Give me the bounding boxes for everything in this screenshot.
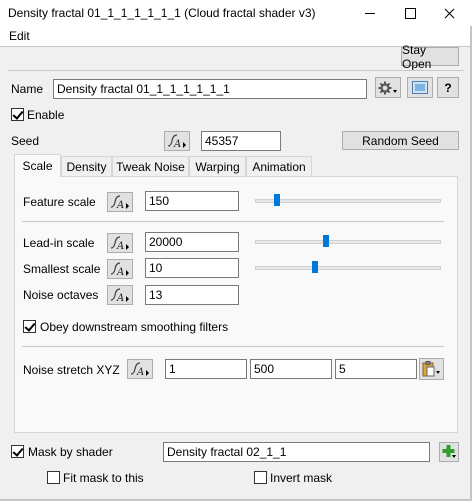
invert-mask-checkbox[interactable]	[254, 471, 267, 484]
mask-by-shader-checkbox[interactable]	[11, 445, 24, 458]
svg-text:A: A	[116, 241, 124, 252]
smallest-scale-slider-thumb[interactable]	[311, 261, 318, 273]
tab-tweak-noise[interactable]: Tweak Noise	[112, 156, 189, 177]
smallest-scale-field[interactable]: 10	[145, 258, 239, 278]
svg-text:A: A	[116, 293, 124, 304]
tab-tweak-noise-label: Tweak Noise	[116, 160, 185, 174]
mask-by-shader-label: Mask by shader	[28, 445, 113, 459]
smallest-scale-label: Smallest scale	[23, 262, 101, 276]
noise-stretch-z-field[interactable]: 5	[335, 359, 417, 379]
tab-animation-label: Animation	[252, 160, 306, 174]
settings-menu-button[interactable]	[375, 77, 401, 98]
obey-smoothing-label: Obey downstream smoothing filters	[40, 320, 229, 334]
lead-in-scale-slider-thumb[interactable]	[322, 235, 329, 247]
smallest-scale-slider[interactable]	[255, 266, 441, 270]
tab-density[interactable]: Density	[61, 156, 112, 177]
seed-function-button[interactable]: A	[164, 131, 190, 151]
tab-scale[interactable]: Scale	[14, 154, 61, 177]
section-separator	[22, 221, 444, 222]
lead-in-scale-slider[interactable]	[255, 240, 441, 244]
minimize-icon[interactable]	[355, 3, 385, 23]
function-icon: A	[110, 195, 129, 211]
lead-in-scale-label: Lead-in scale	[23, 236, 95, 250]
svg-text:A: A	[173, 139, 181, 150]
function-icon: A	[130, 362, 149, 378]
clipboard-icon	[422, 361, 440, 377]
tab-scale-label: Scale	[22, 159, 53, 173]
svg-text:A: A	[116, 267, 124, 278]
fit-mask-checkbox[interactable]	[47, 471, 60, 484]
noise-stretch-y-field[interactable]: 500	[250, 359, 332, 379]
enable-checkbox[interactable]	[11, 108, 24, 121]
help-button[interactable]: ?	[437, 77, 459, 98]
function-icon: A	[110, 288, 129, 304]
invert-mask-label: Invert mask	[270, 471, 333, 485]
feature-scale-label: Feature scale	[23, 195, 96, 209]
svg-text:A: A	[116, 200, 124, 211]
mask-shader-field[interactable]: Density fractal 02_1_1	[163, 442, 430, 462]
random-seed-button[interactable]: Random Seed	[342, 131, 459, 150]
feature-scale-slider-thumb[interactable]	[274, 194, 281, 206]
feature-scale-field[interactable]: 150	[145, 191, 239, 211]
name-label: Name	[11, 82, 44, 96]
menu-edit[interactable]: Edit	[9, 29, 30, 43]
function-icon: A	[110, 262, 129, 278]
close-icon[interactable]	[435, 3, 465, 23]
preview-icon	[412, 81, 428, 94]
enable-label: Enable	[27, 108, 65, 122]
clipboard-menu-button[interactable]	[419, 358, 444, 380]
preview-button[interactable]	[407, 77, 433, 98]
help-icon: ?	[444, 80, 452, 95]
noise-stretch-label: Noise stretch XYZ	[23, 363, 120, 377]
name-field[interactable]: Density fractal 01_1_1_1_1_1_1	[53, 79, 367, 99]
noise-stretch-function-button[interactable]: A	[127, 359, 153, 379]
gear-icon	[378, 81, 397, 94]
tab-animation[interactable]: Animation	[246, 156, 312, 177]
random-seed-label: Random Seed	[362, 133, 439, 148]
feature-scale-slider[interactable]	[255, 199, 441, 203]
lead-in-scale-function-button[interactable]: A	[107, 233, 133, 253]
obey-smoothing-checkbox[interactable]	[23, 320, 36, 333]
add-shader-button[interactable]	[439, 442, 459, 462]
noise-octaves-label: Noise octaves	[23, 288, 99, 302]
stay-open-button[interactable]: Stay Open	[401, 43, 459, 71]
smallest-scale-function-button[interactable]: A	[107, 259, 133, 279]
tab-warping[interactable]: Warping	[189, 156, 246, 177]
stay-open-label: Stay Open	[402, 42, 432, 71]
tab-warping-label: Warping	[195, 160, 240, 174]
fit-mask-label: Fit mask to this	[63, 471, 144, 485]
maximize-icon[interactable]	[395, 3, 425, 23]
noise-octaves-function-button[interactable]: A	[107, 285, 133, 305]
noise-octaves-field[interactable]: 13	[145, 285, 239, 305]
toolbar-separator	[8, 70, 464, 71]
plus-icon	[442, 445, 456, 458]
lead-in-scale-field[interactable]: 20000	[145, 232, 239, 252]
function-icon: A	[167, 134, 186, 150]
svg-text:A: A	[136, 367, 144, 378]
seed-label: Seed	[11, 134, 40, 148]
noise-stretch-x-field[interactable]: 1	[165, 359, 247, 379]
tab-density-label: Density	[66, 160, 107, 174]
feature-scale-function-button[interactable]: A	[107, 192, 133, 212]
title-bar: Density fractal 01_1_1_1_1_1_1 (Cloud fr…	[0, 0, 472, 26]
window-title: Density fractal 01_1_1_1_1_1_1 (Cloud fr…	[8, 6, 316, 20]
section-separator	[22, 346, 444, 347]
seed-field[interactable]: 45357	[201, 131, 281, 151]
function-icon: A	[110, 236, 129, 252]
